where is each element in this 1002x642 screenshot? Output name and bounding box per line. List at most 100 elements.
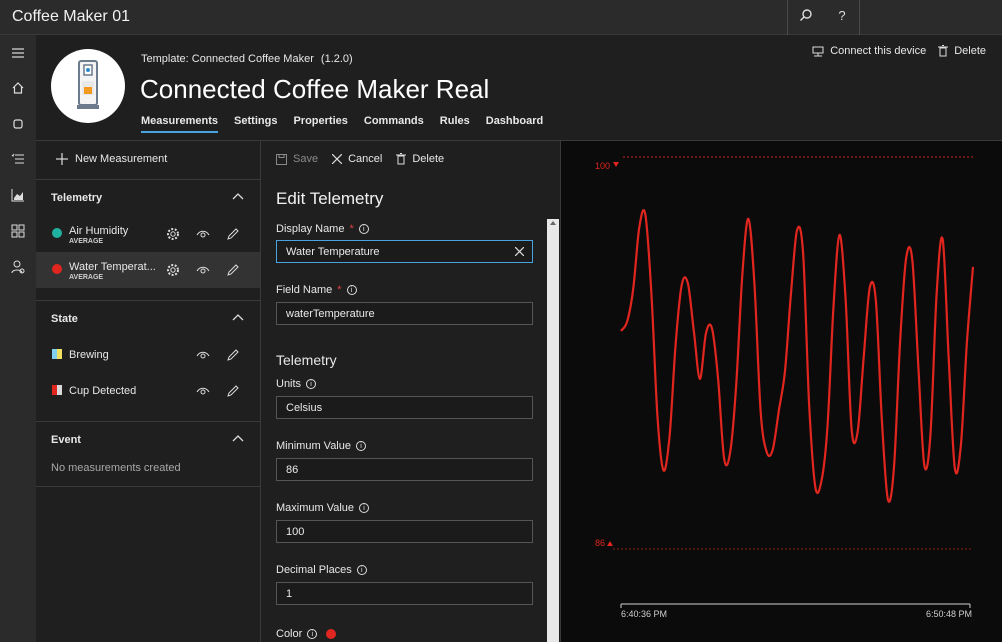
help-icon[interactable]: ? [832,8,852,28]
color-dot [52,264,62,274]
tab-rules[interactable]: Rules [440,115,470,133]
plus-icon [56,153,68,165]
label-text: Decimal Places [276,564,352,576]
list-item[interactable]: Brewing [36,337,260,373]
pencil-icon[interactable] [225,226,241,242]
event-header[interactable]: Event [36,422,260,458]
empty-message: No measurements created [51,462,181,474]
field-name-field[interactable]: waterTemperature [276,302,533,325]
scrollbar[interactable] [547,219,559,642]
pencil-icon[interactable] [225,347,241,363]
info-icon[interactable]: i [358,224,369,234]
min-marker [607,541,613,546]
info-icon[interactable]: i [307,629,318,639]
new-measurement-label: New Measurement [75,153,168,165]
trash-icon [396,153,407,165]
info-icon[interactable]: i [359,503,370,513]
devices-icon[interactable] [8,114,28,134]
analytics-icon[interactable] [8,185,28,205]
aggregate-label: AVERAGE [69,238,104,245]
chevron-up-icon[interactable] [232,313,244,321]
tab-settings[interactable]: Settings [234,115,277,133]
menu-icon[interactable] [8,43,28,63]
list-item[interactable]: Water Temperat... AVERAGE [36,252,260,288]
min-value-field[interactable]: 86 [276,458,533,481]
display-name-value: Water Temperature [286,246,380,258]
state-header[interactable]: State [36,301,260,337]
water-temperature-line [620,209,975,503]
delete-label: Delete [412,153,445,165]
x-start-label: 6:40:36 PM [621,609,667,619]
scroll-up-arrow[interactable] [550,221,556,225]
display-name-label: Display Name * i [276,223,369,235]
new-measurement-button[interactable]: New Measurement [56,153,167,165]
coffee-maker-logo [51,49,125,123]
state-color-swatch [52,349,62,359]
aggregate-label: AVERAGE [69,274,104,281]
measurement-name: Cup Detected [69,385,137,397]
decimal-places-label: Decimal Places i [276,564,367,576]
gear-icon[interactable] [165,262,181,278]
cancel-label: Cancel [348,153,383,165]
header-actions: Connect this device Delete [812,45,986,57]
delete-device-button[interactable]: Delete [938,45,986,57]
units-field[interactable]: Celsius [276,396,533,419]
template-name: Connected Coffee Maker [191,53,314,65]
divider [787,0,788,35]
color-label: Color i [276,628,337,640]
chevron-up-icon[interactable] [232,434,244,442]
pencil-icon[interactable] [225,262,241,278]
label-text: Minimum Value [276,440,351,452]
tab-commands[interactable]: Commands [364,115,424,133]
connect-device-button[interactable]: Connect this device [812,45,926,57]
trash-icon [938,45,949,57]
cancel-button[interactable]: Cancel [332,153,382,165]
app-title: Coffee Maker 01 [12,8,130,25]
eye-icon[interactable] [195,262,211,278]
display-name-field[interactable]: Water Temperature [276,240,533,263]
chart-canvas: 100 86 6:40:36 PM 6:50:48 PM [595,156,975,619]
delete-label: Delete [954,45,986,57]
template-version: (1.2.0) [320,53,353,65]
chevron-up-icon[interactable] [232,192,244,200]
max-marker [613,162,619,167]
measurement-name: Water Temperat... [69,261,156,273]
eye-icon[interactable] [195,383,211,399]
color-dot [52,228,62,238]
color-swatch[interactable] [326,629,337,639]
telemetry-header[interactable]: Telemetry [36,180,260,216]
info-icon[interactable]: i [346,285,357,295]
home-icon[interactable] [8,78,28,98]
info-icon[interactable]: i [356,441,366,451]
min-value: 86 [286,464,299,476]
list-item[interactable]: Cup Detected [36,373,260,409]
tab-dashboard[interactable]: Dashboard [486,115,543,133]
clear-icon[interactable] [515,247,524,256]
required-mark: * [349,223,354,235]
delete-button[interactable]: Delete [396,153,444,165]
pencil-icon[interactable] [225,383,241,399]
list-item[interactable]: Air Humidity AVERAGE [36,216,260,252]
connect-icon [812,46,824,56]
section-title: State [51,313,78,325]
min-label: 86 [595,538,605,548]
admin-icon[interactable] [8,257,28,277]
units-label: Units i [276,378,317,390]
dashboard-icon[interactable] [8,221,28,241]
tab-measurements[interactable]: Measurements [141,115,219,133]
templates-icon[interactable] [8,149,28,169]
edit-title: Edit Telemetry [276,189,384,208]
search-icon[interactable] [796,8,816,28]
save-button[interactable]: Save [276,153,318,165]
max-value-field[interactable]: 100 [276,520,533,543]
gear-icon[interactable] [165,226,181,242]
info-icon[interactable]: i [306,379,317,389]
info-icon[interactable]: i [356,565,367,575]
connect-label: Connect this device [830,45,927,57]
telemetry-section: Telemetry Air Humidity AVERAGE Water Tem… [36,179,260,288]
eye-icon[interactable] [195,347,211,363]
decimal-places-value: 1 [286,588,293,600]
eye-icon[interactable] [195,226,211,242]
decimal-places-field[interactable]: 1 [276,582,533,605]
tab-properties[interactable]: Properties [293,115,347,133]
